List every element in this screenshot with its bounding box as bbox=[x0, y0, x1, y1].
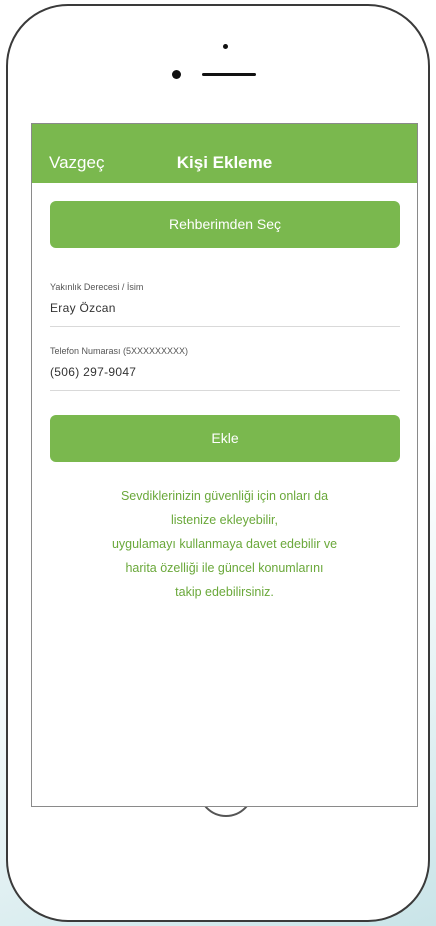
info-line: Sevdiklerinizin güvenliği için onları da bbox=[120, 489, 329, 503]
name-input[interactable]: Eray Özcan bbox=[50, 301, 116, 315]
front-camera bbox=[172, 70, 181, 79]
phone-field[interactable]: Telefon Numarası (5XXXXXXXXX) (506) 297-… bbox=[50, 346, 400, 391]
earpiece-speaker bbox=[202, 73, 256, 76]
info-line: takip edebilirsiniz. bbox=[175, 585, 274, 599]
select-from-contacts-button[interactable]: Rehberimden Seç bbox=[50, 201, 400, 248]
info-line: listenize ekleyebilir, bbox=[171, 513, 278, 527]
info-text: Sevdiklerinizin güvenliği için onları da… bbox=[52, 484, 397, 604]
info-line: harita özelliği ile güncel konumlarını bbox=[125, 561, 324, 575]
add-button[interactable]: Ekle bbox=[50, 415, 400, 462]
app-screen: Vazgeç Kişi Ekleme Rehberimden Seç Yakın… bbox=[31, 123, 418, 807]
name-field[interactable]: Yakınlık Derecesi / İsim Eray Özcan bbox=[50, 282, 400, 327]
phone-field-label: Telefon Numarası (5XXXXXXXXX) bbox=[50, 346, 189, 356]
page-title: Kişi Ekleme bbox=[176, 153, 273, 172]
navigation-bar: Vazgeç Kişi Ekleme bbox=[32, 124, 417, 183]
info-line: uygulamayı kullanmaya davet edebilir ve bbox=[111, 537, 338, 551]
proximity-sensor bbox=[223, 44, 228, 49]
name-field-label: Yakınlık Derecesi / İsim bbox=[50, 282, 144, 292]
phone-input[interactable]: (506) 297-9047 bbox=[50, 365, 136, 379]
